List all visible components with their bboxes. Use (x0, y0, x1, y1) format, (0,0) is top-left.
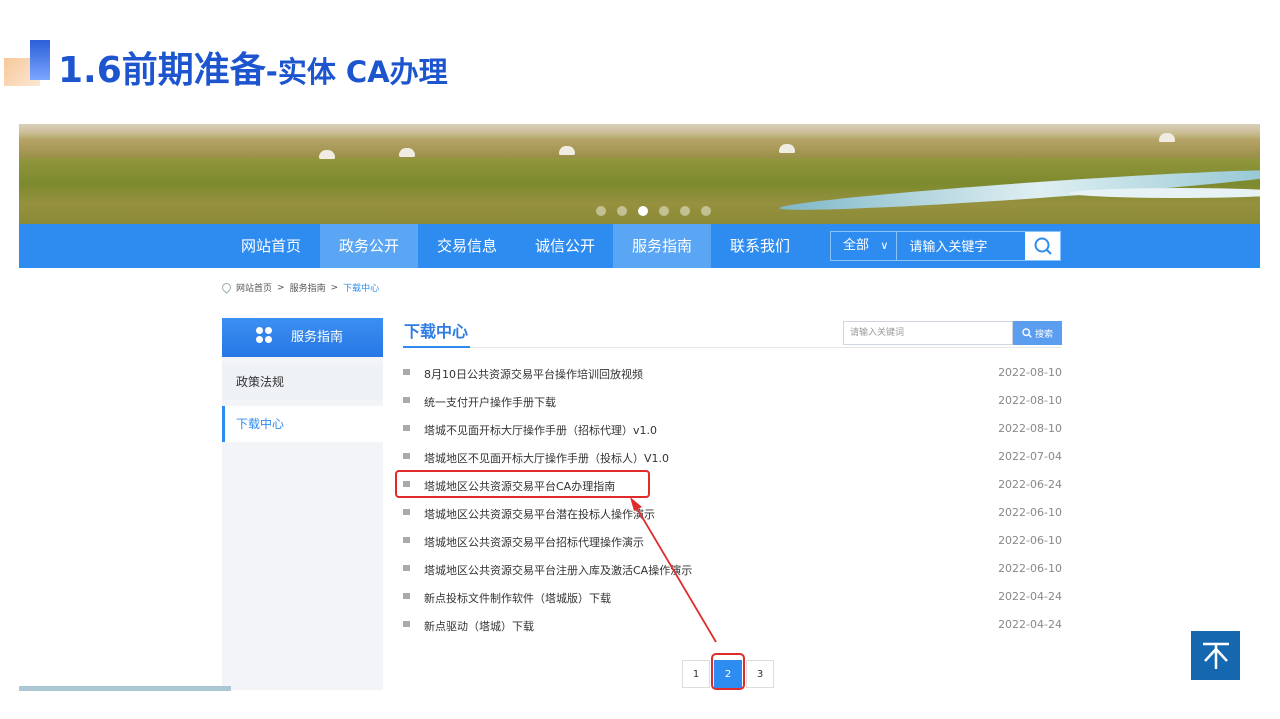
scroll-indicator (19, 686, 231, 691)
document-icon (403, 369, 410, 375)
list-item-title[interactable]: 8月10日公共资源交易平台操作培训回放视频 (424, 366, 643, 382)
nav-contact[interactable]: 联系我们 (711, 224, 809, 268)
breadcrumb: 网站首页 > 服务指南 > 下载中心 (220, 281, 380, 294)
nav-trade-info[interactable]: 交易信息 (418, 224, 516, 268)
list-item-title[interactable]: 统一支付开户操作手册下载 (424, 394, 556, 410)
list-item-title[interactable]: 新点投标文件制作软件（塔城版）下载 (424, 590, 611, 606)
slide-title-sub: -实体 CA办理 (265, 55, 448, 89)
nav-search-input[interactable] (897, 232, 1026, 260)
document-icon (403, 565, 410, 571)
document-icon (403, 509, 410, 515)
slide-title: 1.6前期准备-实体 CA办理 (58, 46, 448, 96)
breadcrumb-current: 下载中心 (343, 284, 380, 294)
banner-yurt (319, 150, 335, 159)
sidebar: 服务指南 政策法规 下载中心 (222, 318, 383, 690)
banner-yurt (779, 144, 795, 153)
carousel-dot[interactable] (680, 206, 690, 216)
content-title: 下载中心 (404, 322, 469, 341)
document-icon (403, 425, 410, 431)
list-item[interactable]: 塔城地区公共资源交易平台招标代理操作演示 2022-06-10 (403, 528, 1062, 556)
chevron-down-icon: ∨ (880, 239, 889, 252)
page-3-button[interactable]: 3 (746, 660, 774, 688)
carousel-dot[interactable] (596, 206, 606, 216)
search-button-label: 搜索 (1034, 329, 1053, 340)
highlight-box-ca-guide (395, 470, 650, 498)
location-pin-icon (220, 281, 233, 294)
slide-title-main: 1.6前期准备 (58, 50, 266, 91)
carousel-dot-active[interactable] (638, 206, 648, 216)
carousel-dot[interactable] (701, 206, 711, 216)
search-icon (1022, 328, 1032, 338)
document-icon (403, 621, 410, 627)
banner-image (19, 124, 1260, 224)
nav-search-button[interactable] (1025, 232, 1060, 260)
search-icon (1034, 237, 1052, 255)
breadcrumb-home[interactable]: 网站首页 (236, 281, 272, 294)
divider (470, 347, 1062, 348)
banner-yurt (399, 148, 415, 157)
list-item[interactable]: 塔城不见面开标大厅操作手册（招标代理）v1.0 2022-08-10 (403, 416, 1062, 444)
list-item[interactable]: 塔城地区公共资源交易平台注册入库及激活CA操作演示 2022-06-10 (403, 556, 1062, 584)
list-item-title[interactable]: 塔城地区公共资源交易平台潜在投标人操作演示 (424, 506, 655, 522)
list-item-date: 2022-06-10 (998, 506, 1062, 519)
sidebar-item-download-center[interactable]: 下载中心 (222, 406, 383, 442)
list-item-title[interactable]: 新点驱动（塔城）下载 (424, 618, 534, 634)
document-icon (403, 537, 410, 543)
breadcrumb-section[interactable]: 服务指南 (290, 281, 326, 294)
banner-yurt (559, 146, 575, 155)
list-item-title[interactable]: 塔城地区公共资源交易平台注册入库及激活CA操作演示 (424, 562, 692, 578)
list-item-title[interactable]: 塔城地区公共资源交易平台招标代理操作演示 (424, 534, 644, 550)
banner-carousel-dots (596, 206, 711, 216)
page-1-button[interactable]: 1 (682, 660, 710, 688)
back-to-top-button[interactable] (1191, 631, 1240, 680)
list-item[interactable]: 塔城地区公共资源交易平台潜在投标人操作演示 2022-06-10 (403, 500, 1062, 528)
nav-home[interactable]: 网站首页 (222, 224, 320, 268)
arrow-up-icon (1202, 642, 1229, 669)
content-search-button[interactable]: 搜索 (1013, 321, 1062, 345)
list-item-date: 2022-06-10 (998, 562, 1062, 575)
content-search-input[interactable] (843, 321, 1013, 345)
document-icon (403, 453, 410, 459)
list-item-date: 2022-04-24 (998, 590, 1062, 603)
sidebar-header: 服务指南 (222, 318, 383, 357)
sidebar-item-policy[interactable]: 政策法规 (222, 364, 383, 400)
content-search: 搜索 (843, 321, 1062, 345)
breadcrumb-separator: > (330, 282, 339, 293)
highlight-box-page-2 (711, 653, 745, 690)
list-item-title[interactable]: 塔城不见面开标大厅操作手册（招标代理）v1.0 (424, 422, 657, 438)
list-item-date: 2022-08-10 (998, 366, 1062, 379)
banner-hills (19, 138, 1260, 158)
nav-government-affairs[interactable]: 政务公开 (320, 224, 418, 268)
list-item-date: 2022-07-04 (998, 450, 1062, 463)
banner-river-highlight (1069, 188, 1260, 198)
list-item[interactable]: 统一支付开户操作手册下载 2022-08-10 (403, 388, 1062, 416)
list-item-date: 2022-06-24 (998, 478, 1062, 491)
carousel-dot[interactable] (659, 206, 669, 216)
list-item-date: 2022-08-10 (998, 394, 1062, 407)
document-icon (403, 397, 410, 403)
nav-search: 全部 ∨ (830, 231, 1061, 261)
sidebar-title: 服务指南 (291, 330, 344, 345)
list-item[interactable]: 8月10日公共资源交易平台操作培训回放视频 2022-08-10 (403, 360, 1062, 388)
list-item-date: 2022-08-10 (998, 422, 1062, 435)
grid-icon (256, 327, 272, 343)
list-item-title[interactable]: 塔城地区不见面开标大厅操作手册（投标人）V1.0 (424, 450, 669, 466)
banner-yurt (1159, 133, 1175, 142)
list-item[interactable]: 新点驱动（塔城）下载 2022-04-24 (403, 612, 1062, 640)
list-item-date: 2022-06-10 (998, 534, 1062, 547)
document-icon (403, 593, 410, 599)
list-item[interactable]: 新点投标文件制作软件（塔城版）下载 2022-04-24 (403, 584, 1062, 612)
main-nav: 网站首页 政务公开 交易信息 诚信公开 服务指南 联系我们 全部 ∨ (19, 224, 1260, 268)
search-scope-label: 全部 (843, 238, 870, 253)
list-item[interactable]: 塔城地区不见面开标大厅操作手册（投标人）V1.0 2022-07-04 (403, 444, 1062, 472)
search-scope-select[interactable]: 全部 ∨ (831, 232, 898, 260)
breadcrumb-separator: > (277, 282, 285, 293)
carousel-dot[interactable] (617, 206, 627, 216)
title-underline (403, 346, 470, 348)
nav-service-guide[interactable]: 服务指南 (613, 224, 711, 268)
title-decoration-bar (30, 40, 50, 80)
list-item-date: 2022-04-24 (998, 618, 1062, 631)
nav-credit[interactable]: 诚信公开 (516, 224, 614, 268)
